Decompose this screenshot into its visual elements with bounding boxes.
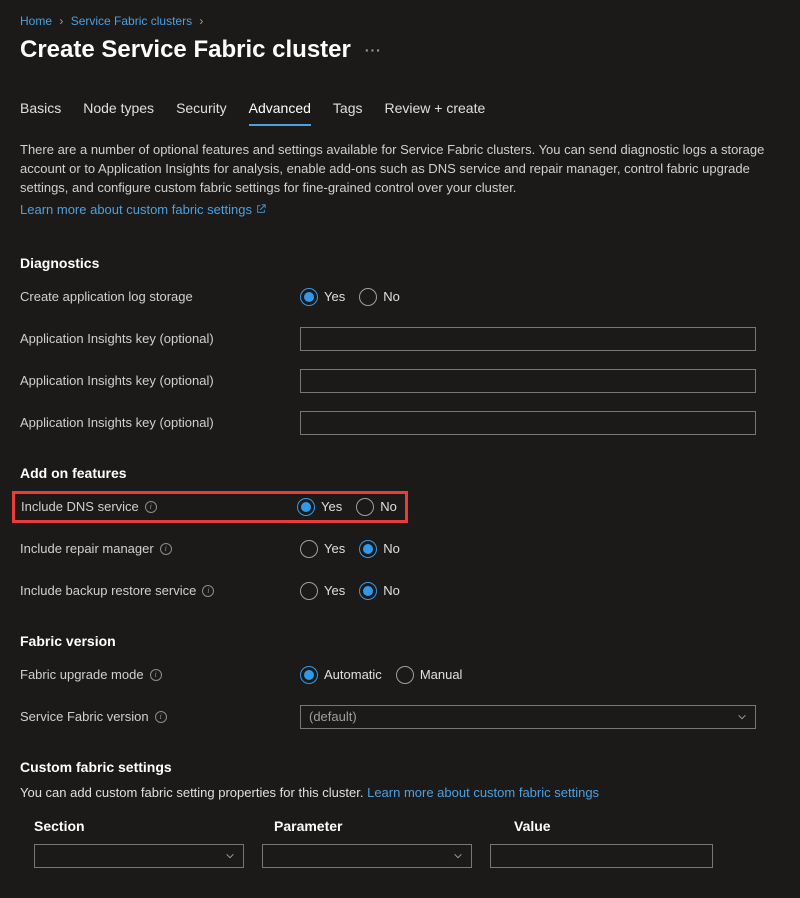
tabs: Basics Node types Security Advanced Tags… [20,92,780,127]
info-icon[interactable]: i [145,501,157,513]
value-input[interactable] [490,844,713,868]
dns-no[interactable]: No [356,498,397,516]
backup-yes[interactable]: Yes [300,582,345,600]
addons-heading: Add on features [20,465,780,481]
custom-settings-heading: Custom fabric settings [20,759,780,775]
radio-icon [300,582,318,600]
upgrade-mode-automatic[interactable]: Automatic [300,666,382,684]
chevron-down-icon [225,851,235,861]
radio-icon [297,498,315,516]
custom-settings-intro: You can add custom fabric setting proper… [20,785,780,800]
external-link-icon [256,204,266,214]
diagnostics-heading: Diagnostics [20,255,780,271]
custom-settings-learn-link[interactable]: Learn more about custom fabric settings [367,785,599,800]
radio-icon [396,666,414,684]
chevron-down-icon [737,712,747,722]
tab-advanced[interactable]: Advanced [249,92,311,126]
ai-key-1-row: Application Insights key (optional) [20,323,780,355]
ai-key-3-row: Application Insights key (optional) [20,407,780,439]
info-icon[interactable]: i [202,585,214,597]
ai-key-1-input[interactable] [300,327,756,351]
section-select[interactable] [34,844,244,868]
create-log-storage-label: Create application log storage [20,289,300,304]
upgrade-mode-label: Fabric upgrade mode [20,667,144,682]
repair-no[interactable]: No [359,540,400,558]
intro-text: There are a number of optional features … [20,141,780,198]
radio-icon [356,498,374,516]
page-title: Create Service Fabric cluster ··· [20,36,780,64]
col-value: Value [514,818,736,834]
fabric-version-select[interactable]: (default) [300,705,756,729]
ai-key-1-label: Application Insights key (optional) [20,331,300,346]
breadcrumb: Home › Service Fabric clusters › [20,10,780,36]
repair-row: Include repair manager i Yes No [20,533,780,565]
upgrade-mode-label-wrap: Fabric upgrade mode i [20,667,300,682]
backup-no[interactable]: No [359,582,400,600]
backup-label-wrap: Include backup restore service i [20,583,300,598]
custom-settings-header: Section Parameter Value [34,818,766,834]
page-title-text: Create Service Fabric cluster [20,36,351,64]
breadcrumb-clusters[interactable]: Service Fabric clusters [71,14,192,28]
info-icon[interactable]: i [150,669,162,681]
radio-icon [359,288,377,306]
custom-settings-table: Section Parameter Value [20,818,780,868]
learn-more-text: Learn more about custom fabric settings [20,202,252,217]
dns-label-wrap: Include DNS service i [21,499,297,514]
info-icon[interactable]: i [160,543,172,555]
upgrade-mode-manual[interactable]: Manual [396,666,463,684]
tab-security[interactable]: Security [176,92,227,126]
fabric-version-label-wrap: Service Fabric version i [20,709,300,724]
tab-basics[interactable]: Basics [20,92,61,126]
col-parameter: Parameter [274,818,496,834]
ai-key-2-input[interactable] [300,369,756,393]
col-section: Section [34,818,256,834]
ai-key-2-row: Application Insights key (optional) [20,365,780,397]
repair-label-wrap: Include repair manager i [20,541,300,556]
chevron-down-icon [453,851,463,861]
ai-key-2-label: Application Insights key (optional) [20,373,300,388]
ai-key-3-input[interactable] [300,411,756,435]
create-log-storage-yes[interactable]: Yes [300,288,345,306]
ai-key-3-label: Application Insights key (optional) [20,415,300,430]
fabric-version-value: (default) [309,709,357,724]
backup-row: Include backup restore service i Yes No [20,575,780,607]
tab-node-types[interactable]: Node types [83,92,154,126]
breadcrumb-home[interactable]: Home [20,14,52,28]
radio-icon [359,540,377,558]
fabric-version-label: Service Fabric version [20,709,149,724]
info-icon[interactable]: i [155,711,167,723]
custom-settings-row [34,844,766,868]
repair-yes[interactable]: Yes [300,540,345,558]
radio-icon [300,540,318,558]
backup-label: Include backup restore service [20,583,196,598]
parameter-select[interactable] [262,844,472,868]
create-log-storage-row: Create application log storage Yes No [20,281,780,313]
fabric-version-heading: Fabric version [20,633,780,649]
dns-label: Include DNS service [21,499,139,514]
tab-review-create[interactable]: Review + create [385,92,486,126]
dns-highlight: Include DNS service i Yes No [12,491,408,523]
learn-more-link[interactable]: Learn more about custom fabric settings [20,202,266,217]
radio-icon [300,288,318,306]
chevron-right-icon: › [199,14,203,28]
fabric-version-row: Service Fabric version i (default) [20,701,780,733]
chevron-right-icon: › [59,14,63,28]
radio-icon [300,666,318,684]
create-log-storage-no[interactable]: No [359,288,400,306]
dns-yes[interactable]: Yes [297,498,342,516]
upgrade-mode-row: Fabric upgrade mode i Automatic Manual [20,659,780,691]
tab-tags[interactable]: Tags [333,92,363,126]
repair-label: Include repair manager [20,541,154,556]
radio-icon [359,582,377,600]
more-actions-icon[interactable]: ··· [365,42,382,58]
